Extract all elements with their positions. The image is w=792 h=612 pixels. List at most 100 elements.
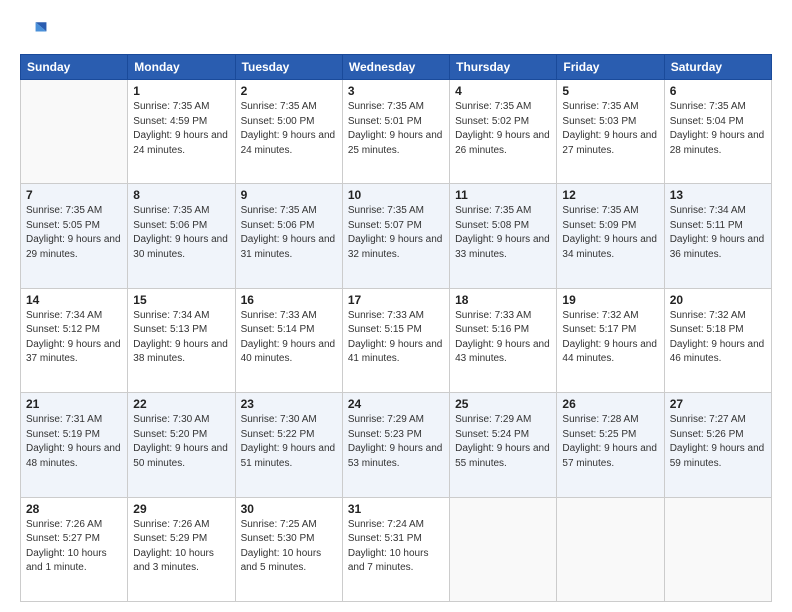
day-cell: 13 Sunrise: 7:34 AM Sunset: 5:11 PM Dayl… bbox=[664, 184, 771, 288]
day-cell: 26 Sunrise: 7:28 AM Sunset: 5:25 PM Dayl… bbox=[557, 393, 664, 497]
day-number: 24 bbox=[348, 397, 444, 411]
day-detail: Sunrise: 7:35 AM Sunset: 5:09 PM Dayligh… bbox=[562, 204, 658, 262]
day-detail: Sunrise: 7:33 AM Sunset: 5:16 PM Dayligh… bbox=[455, 309, 551, 367]
day-cell bbox=[450, 497, 557, 601]
week-row-1: 1 Sunrise: 7:35 AM Sunset: 4:59 PM Dayli… bbox=[21, 80, 772, 184]
day-cell: 28 Sunrise: 7:26 AM Sunset: 5:27 PM Dayl… bbox=[21, 497, 128, 601]
day-detail: Sunrise: 7:35 AM Sunset: 5:05 PM Dayligh… bbox=[26, 204, 122, 262]
calendar-header-row: SundayMondayTuesdayWednesdayThursdayFrid… bbox=[21, 55, 772, 80]
day-cell bbox=[21, 80, 128, 184]
day-number: 28 bbox=[26, 502, 122, 516]
day-detail: Sunrise: 7:27 AM Sunset: 5:26 PM Dayligh… bbox=[670, 413, 766, 471]
day-cell: 19 Sunrise: 7:32 AM Sunset: 5:17 PM Dayl… bbox=[557, 288, 664, 392]
day-number: 14 bbox=[26, 293, 122, 307]
day-detail: Sunrise: 7:24 AM Sunset: 5:31 PM Dayligh… bbox=[348, 518, 444, 576]
day-detail: Sunrise: 7:34 AM Sunset: 5:13 PM Dayligh… bbox=[133, 309, 229, 367]
day-cell: 31 Sunrise: 7:24 AM Sunset: 5:31 PM Dayl… bbox=[342, 497, 449, 601]
week-row-5: 28 Sunrise: 7:26 AM Sunset: 5:27 PM Dayl… bbox=[21, 497, 772, 601]
day-detail: Sunrise: 7:30 AM Sunset: 5:22 PM Dayligh… bbox=[241, 413, 337, 471]
day-detail: Sunrise: 7:33 AM Sunset: 5:15 PM Dayligh… bbox=[348, 309, 444, 367]
day-number: 16 bbox=[241, 293, 337, 307]
day-number: 1 bbox=[133, 84, 229, 98]
day-number: 11 bbox=[455, 188, 551, 202]
day-detail: Sunrise: 7:35 AM Sunset: 5:06 PM Dayligh… bbox=[241, 204, 337, 262]
day-number: 22 bbox=[133, 397, 229, 411]
day-number: 5 bbox=[562, 84, 658, 98]
day-number: 17 bbox=[348, 293, 444, 307]
day-detail: Sunrise: 7:35 AM Sunset: 5:08 PM Dayligh… bbox=[455, 204, 551, 262]
day-cell: 14 Sunrise: 7:34 AM Sunset: 5:12 PM Dayl… bbox=[21, 288, 128, 392]
day-number: 10 bbox=[348, 188, 444, 202]
day-detail: Sunrise: 7:35 AM Sunset: 5:03 PM Dayligh… bbox=[562, 100, 658, 158]
day-detail: Sunrise: 7:35 AM Sunset: 5:06 PM Dayligh… bbox=[133, 204, 229, 262]
day-number: 7 bbox=[26, 188, 122, 202]
day-cell: 9 Sunrise: 7:35 AM Sunset: 5:06 PM Dayli… bbox=[235, 184, 342, 288]
day-detail: Sunrise: 7:31 AM Sunset: 5:19 PM Dayligh… bbox=[26, 413, 122, 471]
day-detail: Sunrise: 7:26 AM Sunset: 5:29 PM Dayligh… bbox=[133, 518, 229, 576]
day-number: 12 bbox=[562, 188, 658, 202]
col-header-monday: Monday bbox=[128, 55, 235, 80]
day-detail: Sunrise: 7:35 AM Sunset: 5:02 PM Dayligh… bbox=[455, 100, 551, 158]
day-detail: Sunrise: 7:35 AM Sunset: 5:01 PM Dayligh… bbox=[348, 100, 444, 158]
col-header-saturday: Saturday bbox=[664, 55, 771, 80]
day-cell: 8 Sunrise: 7:35 AM Sunset: 5:06 PM Dayli… bbox=[128, 184, 235, 288]
day-number: 25 bbox=[455, 397, 551, 411]
day-cell: 24 Sunrise: 7:29 AM Sunset: 5:23 PM Dayl… bbox=[342, 393, 449, 497]
day-cell: 11 Sunrise: 7:35 AM Sunset: 5:08 PM Dayl… bbox=[450, 184, 557, 288]
day-number: 21 bbox=[26, 397, 122, 411]
day-number: 2 bbox=[241, 84, 337, 98]
day-cell: 30 Sunrise: 7:25 AM Sunset: 5:30 PM Dayl… bbox=[235, 497, 342, 601]
day-cell: 1 Sunrise: 7:35 AM Sunset: 4:59 PM Dayli… bbox=[128, 80, 235, 184]
day-detail: Sunrise: 7:28 AM Sunset: 5:25 PM Dayligh… bbox=[562, 413, 658, 471]
day-cell: 12 Sunrise: 7:35 AM Sunset: 5:09 PM Dayl… bbox=[557, 184, 664, 288]
day-number: 9 bbox=[241, 188, 337, 202]
logo bbox=[20, 16, 52, 44]
col-header-thursday: Thursday bbox=[450, 55, 557, 80]
day-number: 4 bbox=[455, 84, 551, 98]
day-number: 20 bbox=[670, 293, 766, 307]
day-number: 6 bbox=[670, 84, 766, 98]
col-header-sunday: Sunday bbox=[21, 55, 128, 80]
day-cell: 3 Sunrise: 7:35 AM Sunset: 5:01 PM Dayli… bbox=[342, 80, 449, 184]
day-detail: Sunrise: 7:35 AM Sunset: 5:07 PM Dayligh… bbox=[348, 204, 444, 262]
day-detail: Sunrise: 7:29 AM Sunset: 5:24 PM Dayligh… bbox=[455, 413, 551, 471]
col-header-wednesday: Wednesday bbox=[342, 55, 449, 80]
day-number: 3 bbox=[348, 84, 444, 98]
day-detail: Sunrise: 7:32 AM Sunset: 5:17 PM Dayligh… bbox=[562, 309, 658, 367]
day-cell: 6 Sunrise: 7:35 AM Sunset: 5:04 PM Dayli… bbox=[664, 80, 771, 184]
day-cell: 7 Sunrise: 7:35 AM Sunset: 5:05 PM Dayli… bbox=[21, 184, 128, 288]
day-detail: Sunrise: 7:34 AM Sunset: 5:11 PM Dayligh… bbox=[670, 204, 766, 262]
day-cell: 21 Sunrise: 7:31 AM Sunset: 5:19 PM Dayl… bbox=[21, 393, 128, 497]
day-cell: 5 Sunrise: 7:35 AM Sunset: 5:03 PM Dayli… bbox=[557, 80, 664, 184]
day-detail: Sunrise: 7:25 AM Sunset: 5:30 PM Dayligh… bbox=[241, 518, 337, 576]
day-detail: Sunrise: 7:34 AM Sunset: 5:12 PM Dayligh… bbox=[26, 309, 122, 367]
day-cell: 15 Sunrise: 7:34 AM Sunset: 5:13 PM Dayl… bbox=[128, 288, 235, 392]
logo-icon bbox=[20, 16, 48, 44]
day-detail: Sunrise: 7:33 AM Sunset: 5:14 PM Dayligh… bbox=[241, 309, 337, 367]
day-detail: Sunrise: 7:30 AM Sunset: 5:20 PM Dayligh… bbox=[133, 413, 229, 471]
day-cell: 16 Sunrise: 7:33 AM Sunset: 5:14 PM Dayl… bbox=[235, 288, 342, 392]
col-header-tuesday: Tuesday bbox=[235, 55, 342, 80]
week-row-4: 21 Sunrise: 7:31 AM Sunset: 5:19 PM Dayl… bbox=[21, 393, 772, 497]
day-detail: Sunrise: 7:35 AM Sunset: 5:00 PM Dayligh… bbox=[241, 100, 337, 158]
day-number: 31 bbox=[348, 502, 444, 516]
day-detail: Sunrise: 7:32 AM Sunset: 5:18 PM Dayligh… bbox=[670, 309, 766, 367]
day-number: 19 bbox=[562, 293, 658, 307]
week-row-3: 14 Sunrise: 7:34 AM Sunset: 5:12 PM Dayl… bbox=[21, 288, 772, 392]
day-detail: Sunrise: 7:26 AM Sunset: 5:27 PM Dayligh… bbox=[26, 518, 122, 576]
day-number: 29 bbox=[133, 502, 229, 516]
day-number: 15 bbox=[133, 293, 229, 307]
day-cell: 27 Sunrise: 7:27 AM Sunset: 5:26 PM Dayl… bbox=[664, 393, 771, 497]
day-cell: 20 Sunrise: 7:32 AM Sunset: 5:18 PM Dayl… bbox=[664, 288, 771, 392]
day-cell: 17 Sunrise: 7:33 AM Sunset: 5:15 PM Dayl… bbox=[342, 288, 449, 392]
day-detail: Sunrise: 7:29 AM Sunset: 5:23 PM Dayligh… bbox=[348, 413, 444, 471]
day-number: 8 bbox=[133, 188, 229, 202]
day-cell: 10 Sunrise: 7:35 AM Sunset: 5:07 PM Dayl… bbox=[342, 184, 449, 288]
day-cell: 23 Sunrise: 7:30 AM Sunset: 5:22 PM Dayl… bbox=[235, 393, 342, 497]
day-detail: Sunrise: 7:35 AM Sunset: 4:59 PM Dayligh… bbox=[133, 100, 229, 158]
day-cell: 29 Sunrise: 7:26 AM Sunset: 5:29 PM Dayl… bbox=[128, 497, 235, 601]
calendar-page: SundayMondayTuesdayWednesdayThursdayFrid… bbox=[0, 0, 792, 612]
day-number: 18 bbox=[455, 293, 551, 307]
day-cell: 22 Sunrise: 7:30 AM Sunset: 5:20 PM Dayl… bbox=[128, 393, 235, 497]
day-cell bbox=[557, 497, 664, 601]
